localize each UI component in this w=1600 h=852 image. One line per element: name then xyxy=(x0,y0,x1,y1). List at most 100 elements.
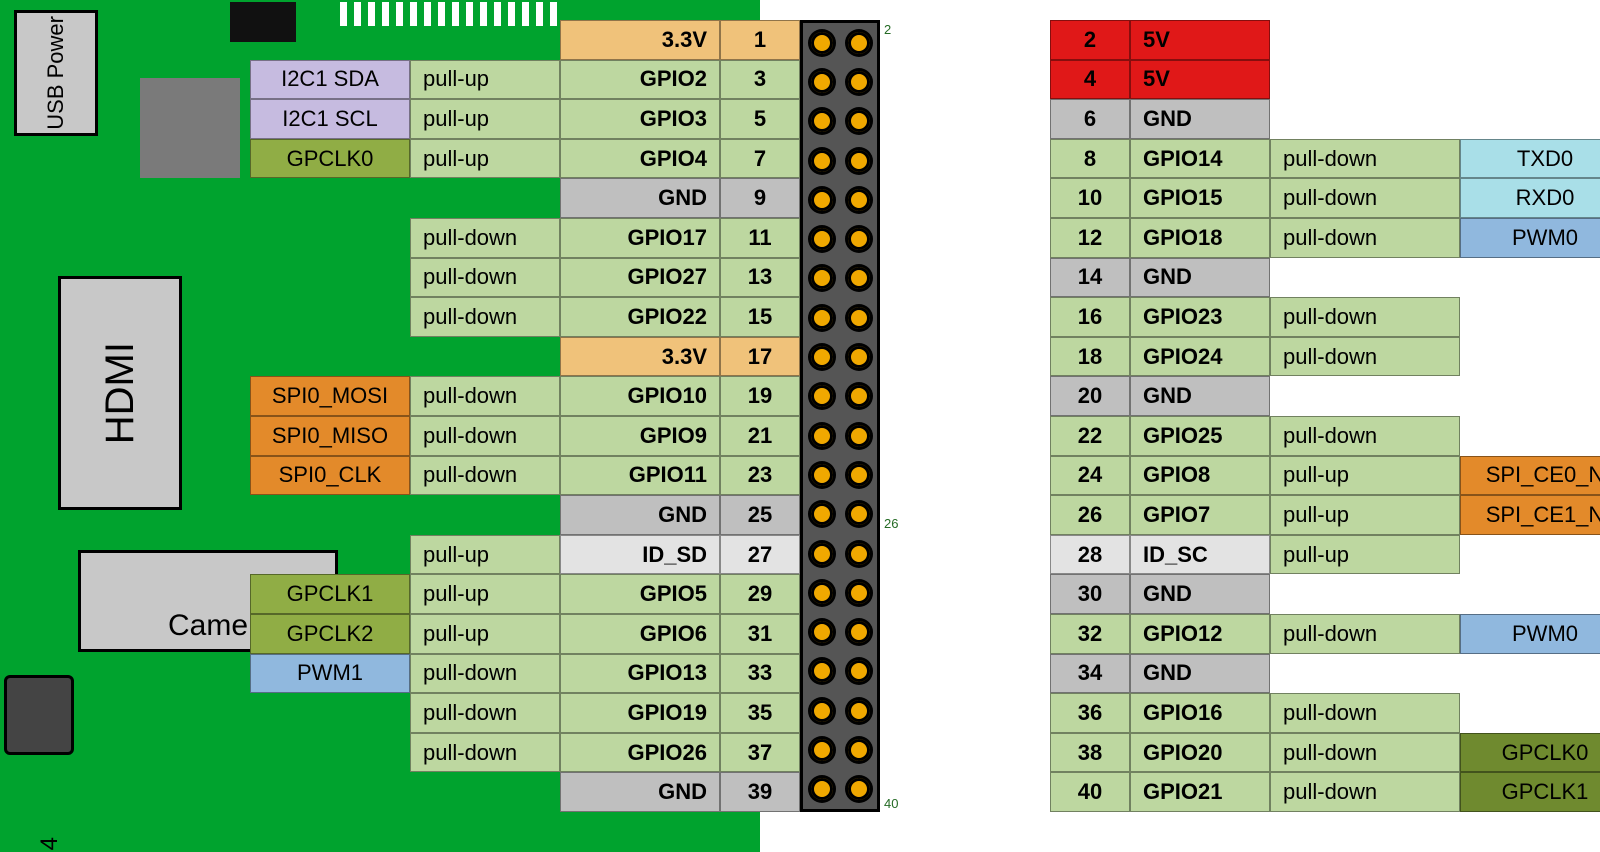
pin-number-right: 24 xyxy=(1050,456,1130,496)
pin-number-left: 25 xyxy=(720,495,800,535)
header-edge-num: 40 xyxy=(884,796,898,811)
pin-number-left: 19 xyxy=(720,376,800,416)
pin-name-left: GPIO6 xyxy=(560,614,720,654)
pin-alt-right: GPCLK1 xyxy=(1460,772,1600,812)
pin-name-left: GPIO2 xyxy=(560,60,720,100)
pin-alt-right: PWM0 xyxy=(1460,614,1600,654)
pin-number-left: 15 xyxy=(720,297,800,337)
pin-pull-left: pull-up xyxy=(410,60,560,100)
pin-alt-right xyxy=(1460,376,1600,416)
pin-name-left: GND xyxy=(560,178,720,218)
pin-name-left: GND xyxy=(560,495,720,535)
pin-name-right: GPIO25 xyxy=(1130,416,1270,456)
pin-pull-right: pull-down xyxy=(1270,772,1460,812)
pin-number-left: 21 xyxy=(720,416,800,456)
pin-alt-left: I2C1 SDA xyxy=(250,60,410,100)
pin-number-right: 14 xyxy=(1050,258,1130,298)
pin-name-right: GPIO20 xyxy=(1130,733,1270,773)
pin-number-left: 37 xyxy=(720,733,800,773)
pin-pull-left: pull-down xyxy=(410,456,560,496)
pin-pull-right: pull-down xyxy=(1270,614,1460,654)
pin-row: pull-downGPIO171112GPIO18pull-downPWM0 xyxy=(250,218,1600,258)
pin-pull-left xyxy=(410,337,560,377)
pin-number-left: 35 xyxy=(720,693,800,733)
pin-number-right: 34 xyxy=(1050,654,1130,694)
pin-alt-right: PWM0 xyxy=(1460,218,1600,258)
pin-alt-right xyxy=(1460,20,1600,60)
pin-alt-left xyxy=(250,297,410,337)
pin-number-right: 28 xyxy=(1050,535,1130,575)
pin-name-right: GPIO21 xyxy=(1130,772,1270,812)
pin-alt-left: GPCLK0 xyxy=(250,139,410,179)
pin-row: SPI0_CLKpull-downGPIO112324GPIO8pull-upS… xyxy=(250,456,1600,496)
pin-pull-left xyxy=(410,20,560,60)
pin-pull-left: pull-down xyxy=(410,297,560,337)
pin-number-right: 6 xyxy=(1050,99,1130,139)
pin-name-right: GPIO18 xyxy=(1130,218,1270,258)
pin-row: GND2526GPIO7pull-upSPI_CE1_N xyxy=(250,495,1600,535)
pin-name-right: GPIO14 xyxy=(1130,139,1270,179)
pin-alt-right: TXD0 xyxy=(1460,139,1600,179)
pin-pull-left xyxy=(410,772,560,812)
pin-name-right: GPIO16 xyxy=(1130,693,1270,733)
pin-pull-right xyxy=(1270,60,1460,100)
pin-number-left: 11 xyxy=(720,218,800,258)
pin-number-right: 22 xyxy=(1050,416,1130,456)
pin-pull-left: pull-down xyxy=(410,733,560,773)
pin-pull-left: pull-down xyxy=(410,376,560,416)
pin-alt-left: GPCLK1 xyxy=(250,574,410,614)
pin-name-right: GPIO23 xyxy=(1130,297,1270,337)
page-number: 4 xyxy=(36,837,64,850)
pin-pull-left: pull-up xyxy=(410,139,560,179)
pin-alt-left xyxy=(250,178,410,218)
pin-alt-right xyxy=(1460,297,1600,337)
pin-pull-left: pull-down xyxy=(410,654,560,694)
pin-number-right: 8 xyxy=(1050,139,1130,179)
pin-row: PWM1pull-downGPIO133334GND xyxy=(250,654,1600,694)
pin-pull-right xyxy=(1270,574,1460,614)
pin-number-right: 26 xyxy=(1050,495,1130,535)
pin-name-left: 3.3V xyxy=(560,337,720,377)
pin-pull-right: pull-down xyxy=(1270,178,1460,218)
pin-pull-right xyxy=(1270,20,1460,60)
pin-number-right: 38 xyxy=(1050,733,1130,773)
pin-alt-left: I2C1 SCL xyxy=(250,99,410,139)
pin-pull-left: pull-up xyxy=(410,99,560,139)
pin-pull-left xyxy=(410,495,560,535)
pin-alt-left: PWM1 xyxy=(250,654,410,694)
pin-number-right: 12 xyxy=(1050,218,1130,258)
pin-name-right: GPIO7 xyxy=(1130,495,1270,535)
pin-name-right: GND xyxy=(1130,574,1270,614)
pin-pull-left: pull-down xyxy=(410,693,560,733)
pin-name-right: GPIO15 xyxy=(1130,178,1270,218)
pin-alt-left xyxy=(250,535,410,575)
pin-name-left: GPIO13 xyxy=(560,654,720,694)
pin-row: pull-downGPIO271314GND xyxy=(250,258,1600,298)
pin-pull-right xyxy=(1270,654,1460,694)
pin-pull-right: pull-up xyxy=(1270,456,1460,496)
pin-number-left: 27 xyxy=(720,535,800,575)
pin-name-right: 5V xyxy=(1130,60,1270,100)
pin-row: GND910GPIO15pull-downRXD0 xyxy=(250,178,1600,218)
pin-alt-right: SPI_CE0_N xyxy=(1460,456,1600,496)
pin-pull-right: pull-down xyxy=(1270,416,1460,456)
pin-name-left: GPIO9 xyxy=(560,416,720,456)
pin-alt-right: GPCLK0 xyxy=(1460,733,1600,773)
pin-pull-left: pull-down xyxy=(410,416,560,456)
pin-alt-right: SPI_CE1_N xyxy=(1460,495,1600,535)
pin-number-right: 36 xyxy=(1050,693,1130,733)
pin-number-right: 30 xyxy=(1050,574,1130,614)
pin-row: 3.3V125V xyxy=(250,20,1600,60)
pin-row: SPI0_MOSIpull-downGPIO101920GND xyxy=(250,376,1600,416)
pin-row: GND3940GPIO21pull-downGPCLK1 xyxy=(250,772,1600,812)
pin-name-left: GPIO27 xyxy=(560,258,720,298)
pin-name-left: GPIO17 xyxy=(560,218,720,258)
pin-pull-left xyxy=(410,178,560,218)
pin-alt-right xyxy=(1460,654,1600,694)
pin-row: I2C1 SCLpull-upGPIO356GND xyxy=(250,99,1600,139)
pin-pull-right: pull-up xyxy=(1270,535,1460,575)
pin-number-left: 33 xyxy=(720,654,800,694)
pin-alt-left: SPI0_MISO xyxy=(250,416,410,456)
pin-name-left: GPIO11 xyxy=(560,456,720,496)
pin-name-right: GPIO24 xyxy=(1130,337,1270,377)
